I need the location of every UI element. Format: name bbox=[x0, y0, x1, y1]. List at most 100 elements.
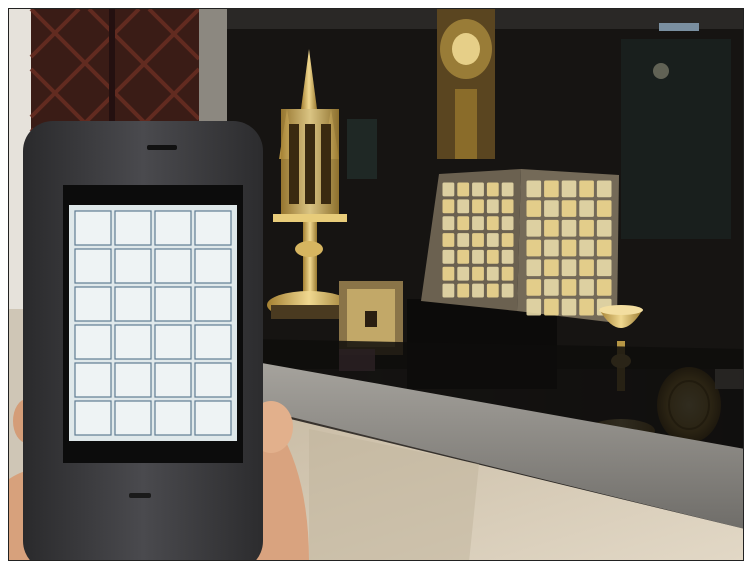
book-cover-tile bbox=[472, 199, 484, 214]
museum-scene bbox=[9, 9, 743, 560]
book-cover-tile bbox=[526, 259, 542, 277]
book-cover-tile bbox=[501, 182, 514, 197]
book-cover-tile bbox=[544, 298, 559, 316]
screen-tile bbox=[194, 248, 232, 284]
book-cover-tile bbox=[472, 182, 484, 197]
phone-speaker bbox=[147, 145, 177, 150]
book-cover-tile bbox=[486, 182, 499, 197]
book-cover-tile bbox=[472, 216, 484, 231]
book-cover-tile bbox=[544, 219, 559, 237]
book-cover-tile bbox=[442, 249, 455, 264]
jeweled-book-cover bbox=[421, 169, 619, 323]
book-cover-tile bbox=[486, 249, 499, 264]
ceiling-light bbox=[659, 23, 699, 31]
book-cover-tile bbox=[457, 266, 470, 281]
screen-tile bbox=[154, 248, 192, 284]
book-cover-tile bbox=[457, 199, 470, 214]
screen-tile bbox=[114, 248, 152, 284]
book-cover-tile bbox=[457, 216, 470, 231]
photo-frame bbox=[8, 8, 744, 561]
book-cover-tile bbox=[561, 279, 577, 296]
book-cover-tile bbox=[596, 200, 612, 217]
book-cover-tile bbox=[457, 249, 470, 264]
book-cover-tile bbox=[442, 216, 455, 231]
book-cover-tile bbox=[561, 239, 577, 257]
book-cover-tile bbox=[561, 200, 577, 217]
screen-tile bbox=[194, 400, 232, 436]
book-cover-tile bbox=[442, 182, 455, 197]
book-cover-tile bbox=[544, 180, 559, 198]
book-cover-tile bbox=[486, 199, 499, 214]
screen-tile bbox=[154, 210, 192, 246]
screen-tile bbox=[154, 324, 192, 360]
book-cover-tile bbox=[579, 298, 594, 316]
book-cover-tile bbox=[526, 239, 542, 257]
book-cover-tile bbox=[579, 239, 594, 257]
book-cover-tile bbox=[561, 219, 577, 237]
book-cover-tile bbox=[486, 266, 499, 281]
book-cover-tile bbox=[457, 182, 470, 197]
screen-tile bbox=[114, 286, 152, 322]
book-cover-tile bbox=[596, 279, 612, 296]
phone-microphone bbox=[129, 493, 151, 498]
book-cover-tile bbox=[544, 200, 559, 217]
book-cover-tile bbox=[442, 266, 455, 281]
screen-tile bbox=[74, 210, 112, 246]
book-cover-tile bbox=[561, 298, 577, 316]
book-cover-tile bbox=[596, 259, 612, 277]
book-cover-tile bbox=[544, 239, 559, 257]
book-cover-tile bbox=[526, 200, 542, 217]
book-cover-tile bbox=[501, 249, 514, 264]
book-cover-tile bbox=[579, 279, 594, 296]
book-cover-tile bbox=[579, 180, 594, 198]
book-cover-tile bbox=[442, 283, 455, 298]
book-cover-tile bbox=[501, 233, 514, 247]
book-cover-tile bbox=[579, 219, 594, 237]
smartphone bbox=[23, 121, 263, 560]
book-cover-tile bbox=[472, 266, 484, 281]
screen-tile bbox=[74, 324, 112, 360]
book-cover-tile bbox=[561, 180, 577, 198]
book-cover-tile bbox=[544, 279, 559, 296]
book-cover-tile bbox=[579, 259, 594, 277]
glass-reflection bbox=[347, 119, 377, 179]
book-cover-tile bbox=[486, 216, 499, 231]
screen-tile bbox=[114, 362, 152, 398]
book-cover-tile bbox=[526, 279, 542, 296]
screen-tile bbox=[114, 324, 152, 360]
screen-tile bbox=[74, 362, 112, 398]
book-cover-tile bbox=[472, 249, 484, 264]
book-cover-tile bbox=[561, 259, 577, 277]
screen-tile bbox=[194, 324, 232, 360]
screen-tile bbox=[114, 400, 152, 436]
screen-tile bbox=[154, 400, 192, 436]
book-cover-tile bbox=[486, 283, 499, 298]
book-cover-tile bbox=[544, 259, 559, 277]
screen-tile bbox=[74, 248, 112, 284]
screen-tile bbox=[154, 286, 192, 322]
screen-tile bbox=[74, 400, 112, 436]
book-cover-tile bbox=[526, 180, 542, 198]
book-cover-tile bbox=[501, 283, 514, 298]
screen-tile bbox=[154, 362, 192, 398]
book-cover-tile bbox=[579, 200, 594, 217]
reliquary-tower bbox=[437, 9, 495, 159]
book-cover-tile bbox=[486, 233, 499, 247]
screen-tile bbox=[74, 286, 112, 322]
book-cover-tile bbox=[526, 219, 542, 237]
book-cover-tile bbox=[472, 233, 484, 247]
book-cover-tile bbox=[472, 283, 484, 298]
screen-tile bbox=[194, 210, 232, 246]
book-cover-tile bbox=[457, 233, 470, 247]
book-cover-tile bbox=[501, 199, 514, 214]
book-cover-tile bbox=[596, 239, 612, 257]
screen-tile bbox=[194, 362, 232, 398]
book-cover-tile bbox=[457, 283, 470, 298]
screen-tile bbox=[114, 210, 152, 246]
book-cover-tile bbox=[526, 298, 542, 316]
book-cover-tile bbox=[442, 233, 455, 247]
book-cover-tile bbox=[596, 180, 612, 198]
screen-tile bbox=[194, 286, 232, 322]
book-cover-tile bbox=[442, 199, 455, 214]
book-cover-tile bbox=[501, 266, 514, 281]
